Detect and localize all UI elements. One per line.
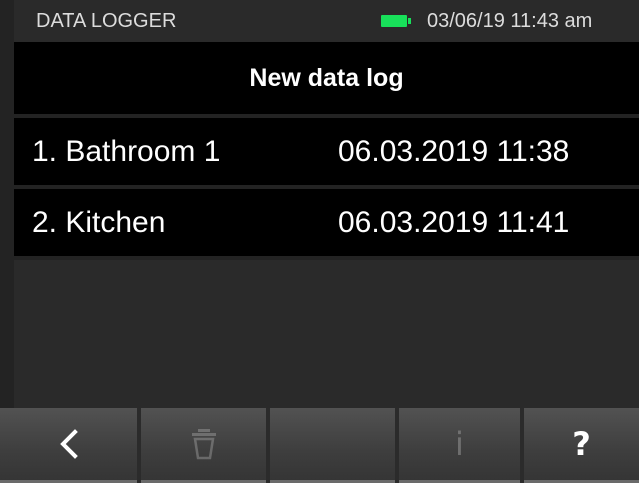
log-name: 1. Bathroom 1 <box>32 135 221 168</box>
list-item[interactable]: 2. Kitchen 06.03.2019 11:41 <box>14 189 639 256</box>
screen-title: DATA LOGGER <box>36 10 177 32</box>
trash-icon <box>141 408 266 480</box>
log-timestamp: 06.03.2019 11:38 <box>338 135 570 168</box>
empty-list-area <box>14 260 639 408</box>
help-button[interactable]: ? <box>524 408 639 483</box>
back-arrow-icon <box>0 408 137 480</box>
status-bar: DATA LOGGER 03/06/19 11:43 am <box>14 0 639 42</box>
back-button[interactable] <box>0 408 137 483</box>
info-icon: i <box>455 425 464 463</box>
battery-icon <box>381 15 411 27</box>
help-icon: ? <box>572 425 591 463</box>
softkey-bar: i ? <box>0 408 639 483</box>
data-logger-screen: DATA LOGGER 03/06/19 11:43 am New data l… <box>0 0 639 483</box>
log-name: 2. Kitchen <box>32 206 166 239</box>
blank-softkey[interactable] <box>270 408 395 483</box>
list-item[interactable]: 1. Bathroom 1 06.03.2019 11:38 <box>14 118 639 185</box>
log-timestamp: 06.03.2019 11:41 <box>338 206 570 239</box>
delete-button[interactable] <box>141 408 266 483</box>
status-datetime: 03/06/19 11:43 am <box>427 10 593 32</box>
info-button[interactable]: i <box>399 408 520 483</box>
new-data-log-button[interactable]: New data log <box>14 42 639 114</box>
